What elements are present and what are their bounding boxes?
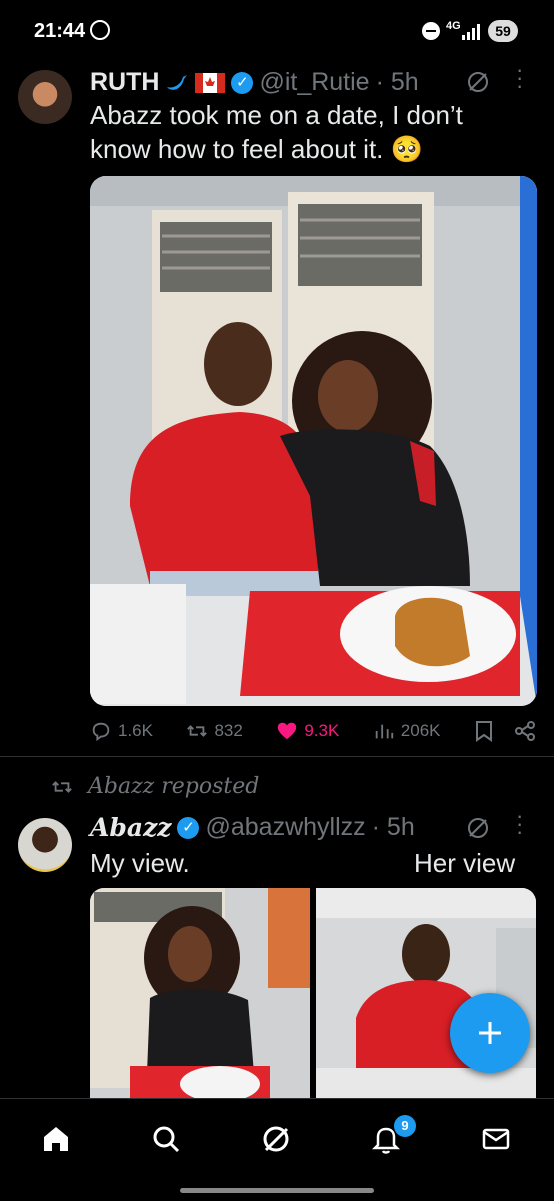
tweet-time: · 5h bbox=[371, 813, 415, 841]
caption-right: Her view bbox=[414, 848, 516, 878]
reply-icon bbox=[92, 722, 110, 742]
author-name[interactable]: Abazz bbox=[90, 813, 171, 842]
tweet-time: · 5h bbox=[375, 68, 419, 96]
search-icon bbox=[153, 1126, 180, 1153]
tweet-photo[interactable] bbox=[90, 176, 537, 706]
more-options-icon[interactable]: · · · bbox=[516, 59, 523, 97]
repost-label: Abazz reposted bbox=[88, 774, 260, 799]
grok-icon[interactable] bbox=[466, 816, 490, 840]
verified-badge-icon: ✓ bbox=[231, 71, 254, 94]
caption-left: My view. bbox=[90, 848, 190, 878]
tweet-1-header: RUTH ✓ @it_Rutie · 5h bbox=[90, 68, 419, 97]
network-type: 4G bbox=[446, 20, 461, 32]
nav-messages[interactable] bbox=[476, 1119, 516, 1159]
retweet-icon bbox=[52, 780, 72, 793]
tweet-actions: 1.6K 832 9.3K 206K bbox=[90, 720, 536, 742]
my-view-photo-illustration bbox=[90, 888, 310, 1098]
repost-indicator[interactable]: Abazz reposted bbox=[50, 774, 259, 799]
views-icon bbox=[375, 724, 393, 739]
home-icon bbox=[44, 1127, 68, 1151]
retweet-count: 832 bbox=[214, 721, 243, 740]
author-name[interactable]: RUTH bbox=[90, 68, 159, 97]
bottom-nav: 9 bbox=[0, 1098, 554, 1201]
share-icon[interactable] bbox=[514, 720, 536, 742]
author-handle[interactable]: @abazwhyllzz bbox=[205, 813, 365, 842]
grok-icon bbox=[263, 1126, 289, 1152]
nav-grok[interactable] bbox=[256, 1119, 296, 1159]
cast-icon bbox=[90, 20, 110, 40]
avatar[interactable] bbox=[18, 818, 72, 872]
more-options-icon[interactable]: · · · bbox=[516, 805, 523, 843]
views-button[interactable]: 206K bbox=[373, 720, 441, 742]
view-count: 206K bbox=[400, 721, 441, 740]
canada-flag-icon bbox=[195, 72, 226, 93]
tweet-divider bbox=[0, 756, 554, 757]
home-indicator bbox=[180, 1188, 374, 1193]
heart-icon bbox=[278, 722, 297, 740]
date-photo-illustration bbox=[90, 176, 537, 706]
tweet-2-header: Abazz ✓ @abazwhyllzz · 5h bbox=[90, 813, 415, 842]
status-bar: 21:44 4G 59 bbox=[0, 0, 554, 60]
like-button[interactable]: 9.3K bbox=[276, 720, 339, 742]
reply-count: 1.6K bbox=[118, 721, 153, 740]
plus-icon bbox=[479, 1022, 501, 1044]
retweet-button[interactable]: 832 bbox=[186, 720, 243, 742]
retweet-icon bbox=[187, 725, 208, 737]
avatar[interactable] bbox=[18, 70, 72, 124]
like-count: 9.3K bbox=[304, 721, 340, 740]
battery-indicator: 59 bbox=[488, 20, 518, 42]
tweet-photo-left[interactable] bbox=[90, 888, 310, 1098]
author-handle[interactable]: @it_Rutie bbox=[259, 68, 369, 97]
dnd-icon bbox=[422, 22, 440, 40]
nav-home[interactable] bbox=[36, 1119, 76, 1159]
bookmark-icon[interactable] bbox=[474, 720, 494, 742]
notification-badge: 9 bbox=[394, 1115, 416, 1137]
tweet-text: Abazz took me on a date, I don’t know ho… bbox=[90, 100, 463, 164]
status-time: 21:44 bbox=[34, 20, 86, 42]
signal-icon bbox=[462, 24, 480, 40]
grok-icon[interactable] bbox=[466, 70, 490, 94]
compose-button[interactable] bbox=[450, 993, 530, 1073]
verified-badge-icon: ✓ bbox=[177, 816, 200, 839]
twitter-bird-icon bbox=[167, 74, 188, 90]
nav-search[interactable] bbox=[146, 1119, 186, 1159]
messages-icon bbox=[482, 1128, 510, 1150]
reply-button[interactable]: 1.6K bbox=[90, 720, 153, 742]
